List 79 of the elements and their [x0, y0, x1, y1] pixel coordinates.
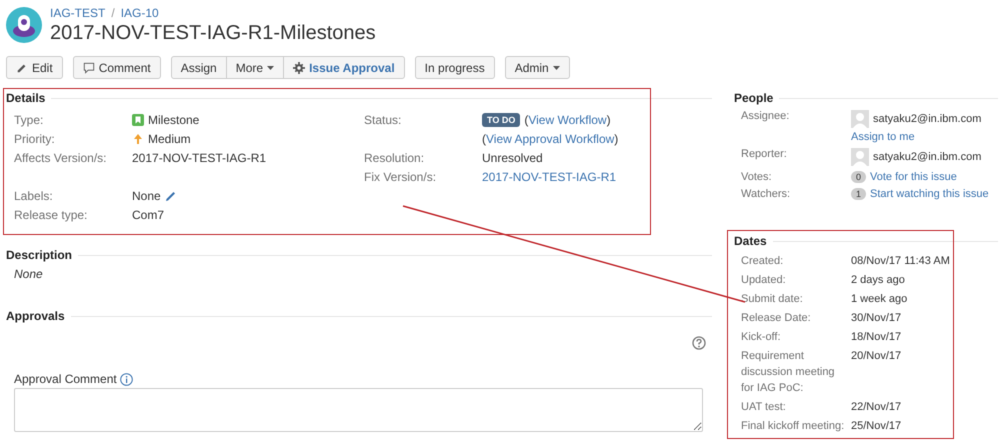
comment-field[interactable]	[14, 388, 703, 432]
action-link[interactable]: Vote for this issue	[870, 171, 957, 183]
action-link[interactable]: Start watching this issue	[870, 188, 989, 200]
section-heading: Details	[6, 91, 46, 105]
link-in-parentheses: (View Approval Workflow)	[482, 132, 618, 146]
field-label: Votes:	[741, 171, 773, 183]
date-value: 22/Nov/17	[851, 400, 902, 415]
date-label: Created:	[741, 254, 784, 269]
up-arrow-icon	[132, 132, 144, 144]
assign-link[interactable]: Assign to me	[851, 131, 998, 143]
field-label: Labels:	[14, 188, 54, 202]
toolbar-button[interactable]: Assign	[170, 56, 227, 79]
date-value: 30/Nov/17	[851, 311, 902, 326]
field-label: Type:	[14, 112, 44, 126]
breadcrumb-separator: /	[111, 6, 115, 20]
toolbar-button[interactable]: Edit	[6, 56, 63, 79]
user-name: satyaku2@in.ibm.com	[873, 151, 982, 163]
field-label: Status:	[364, 112, 402, 126]
field-value: None	[132, 188, 161, 202]
toolbar-button[interactable]: In progress	[414, 56, 495, 79]
link-in-parentheses: (View Workflow)	[524, 112, 611, 126]
field-label: Release type:	[14, 208, 88, 222]
description-text: None	[13, 267, 44, 281]
field-label: Watchers:	[741, 188, 792, 200]
breadcrumb-link[interactable]: IAG-10	[120, 6, 159, 20]
status-lozenge: TO DO	[482, 112, 520, 126]
caret-icon	[552, 66, 560, 70]
date-value: 1 week ago	[851, 292, 908, 307]
speech-bubble-icon	[82, 62, 95, 74]
date-value: 18/Nov/17	[851, 330, 902, 345]
count-badge: 0	[851, 171, 866, 183]
field-value: Milestone	[148, 112, 200, 126]
date-value: 08/Nov/17 11:43 AM	[851, 254, 951, 269]
field-label: Affects Version/s:	[14, 150, 108, 164]
field-label: Reporter:	[741, 148, 788, 162]
project-avatar-icon	[6, 7, 42, 43]
date-label: Release Date:	[741, 311, 812, 326]
issue-title: 2017-NOV-TEST-IAG-R1-Milestones	[50, 22, 376, 44]
avatar-icon	[851, 148, 869, 166]
pencil-icon	[16, 62, 28, 74]
date-label: Submit date:	[741, 292, 804, 307]
version-link[interactable]: 2017-NOV-TEST-IAG-R1	[482, 170, 616, 184]
field-value: Medium	[148, 132, 191, 146]
section-heading: Description	[6, 248, 72, 262]
field-label: Priority:	[14, 132, 56, 146]
count-badge: 1	[851, 188, 866, 200]
date-label: UAT test:	[741, 400, 787, 415]
section-heading: Approvals	[6, 309, 65, 323]
field-label: Assignee:	[741, 110, 790, 124]
toolbar-button[interactable]: Comment	[72, 56, 161, 79]
section-heading: People	[734, 91, 774, 105]
toolbar-button[interactable]: More	[226, 56, 284, 79]
field-label: Approval Comment	[14, 372, 117, 386]
date-value: 2 days ago	[851, 273, 906, 288]
pencil-icon	[164, 190, 177, 202]
field-value: Unresolved	[482, 150, 543, 164]
date-label: Kick-off:	[741, 330, 782, 345]
workflow-link[interactable]: View Approval Workflow	[486, 132, 614, 146]
caret-icon	[267, 66, 274, 70]
field-label: Resolution:	[364, 150, 426, 164]
date-label: Final kickoff meeting:	[741, 419, 845, 434]
date-value: 25/Nov/17	[851, 419, 902, 434]
gear-icon	[293, 62, 306, 74]
date-value: 20/Nov/17	[851, 349, 902, 364]
date-label: Updated:	[741, 273, 787, 288]
avatar-icon	[851, 110, 869, 128]
field-value: Com7	[132, 208, 164, 222]
user-name: satyaku2@in.ibm.com	[873, 113, 982, 125]
date-label: Requirement discussion meeting for IAG PoC:	[741, 349, 836, 396]
section-heading: Dates	[734, 234, 767, 248]
toolbar-button[interactable]: Admin	[504, 56, 570, 79]
help-icon	[692, 336, 706, 350]
field-label: Fix Version/s:	[364, 170, 438, 184]
field-value: 2017-NOV-TEST-IAG-R1	[132, 150, 266, 164]
info-icon	[120, 372, 133, 386]
toolbar-button[interactable]: Issue Approval	[283, 56, 405, 79]
workflow-link[interactable]: View Workflow	[528, 112, 607, 126]
breadcrumb-link[interactable]: IAG-TEST	[50, 6, 106, 20]
milestone-icon	[132, 114, 144, 126]
